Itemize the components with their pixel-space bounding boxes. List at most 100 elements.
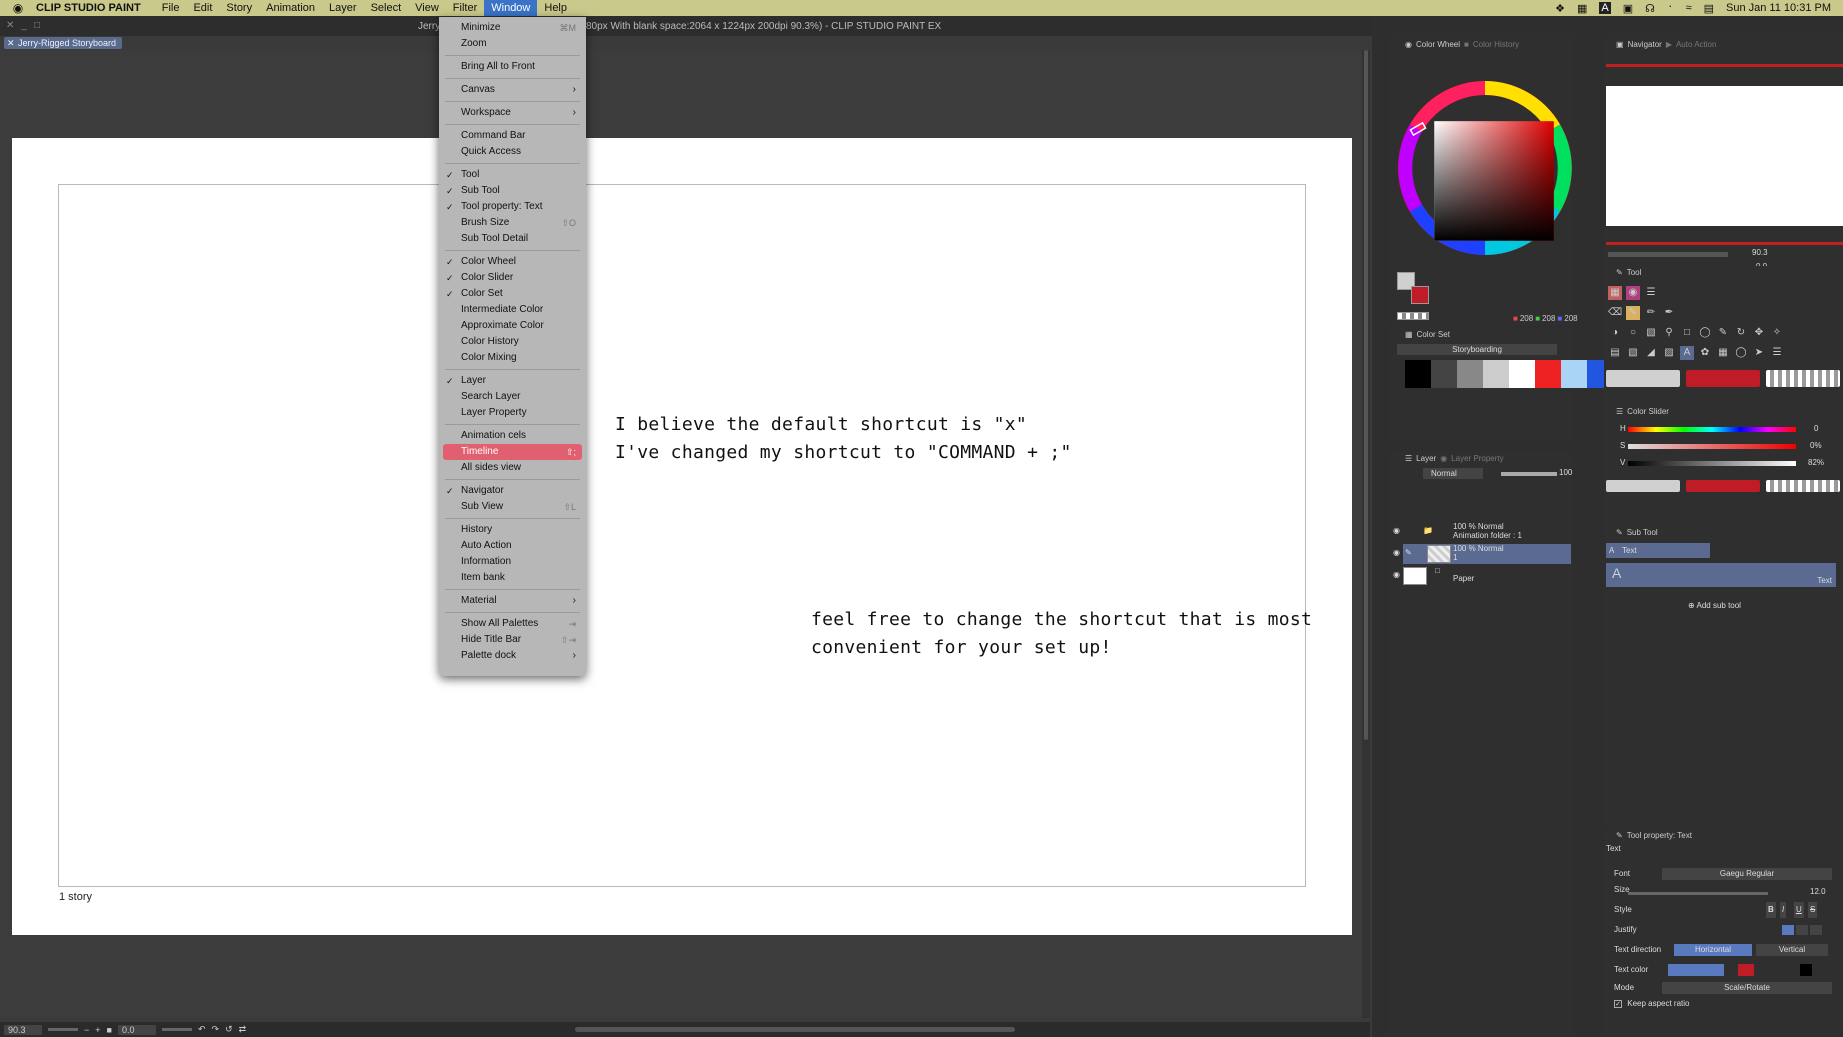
saturation-value[interactable]: 0% <box>1810 441 1822 450</box>
color-set-dropdown[interactable]: Storyboarding <box>1397 344 1557 355</box>
figure-icon[interactable]: ◢ <box>1644 346 1658 360</box>
color-set-swatch[interactable] <box>1405 360 1431 388</box>
pencil-icon[interactable]: ✏ <box>1644 306 1658 320</box>
rotate-tool-icon[interactable]: ↻ <box>1734 326 1748 340</box>
reset-rotation-icon[interactable]: ↺ <box>225 1024 233 1035</box>
sub-tool-item-text[interactable]: A Text <box>1606 563 1836 587</box>
bold-button[interactable]: B <box>1766 902 1776 918</box>
app-name-menu[interactable]: CLIP STUDIO PAINT <box>36 2 141 14</box>
align-center-icon[interactable] <box>1796 925 1808 935</box>
color-set-swatch[interactable] <box>1535 360 1561 388</box>
eye-icon[interactable]: ◉ <box>1393 548 1400 557</box>
window-menu-item-zoom[interactable]: Zoom <box>443 36 582 52</box>
ruler-icon[interactable]: ▧ <box>1626 346 1640 360</box>
decoration-icon[interactable]: ✿ <box>1698 346 1712 360</box>
auto-action-tab[interactable]: Auto Action <box>1676 38 1716 52</box>
window-menu-item-color-history[interactable]: Color History <box>443 334 582 350</box>
color-set-swatch[interactable] <box>1431 360 1457 388</box>
color-set-tab[interactable]: Color Set <box>1417 328 1450 342</box>
window-menu-item-color-slider[interactable]: ✓ Color Slider <box>443 270 582 286</box>
window-menu-item-layer-property[interactable]: Layer Property <box>443 405 582 421</box>
slider-sub-color[interactable] <box>1686 480 1760 492</box>
balloon-icon[interactable]: ◯ <box>1734 346 1748 360</box>
clock-text[interactable]: Sun Jan 11 10:31 PM <box>1726 2 1831 14</box>
window-menu-item-command-bar[interactable]: Command Bar <box>443 128 582 144</box>
tool-property-tab[interactable]: Tool property: Text <box>1627 829 1692 843</box>
menu-animation[interactable]: Animation <box>259 0 322 16</box>
color-wheel-tab[interactable]: Color Wheel <box>1416 38 1460 52</box>
window-menu-item-bring-all-to-front[interactable]: Bring All to Front <box>443 59 582 75</box>
nav-zoom-slider[interactable] <box>1608 252 1728 257</box>
add-sub-tool-button[interactable]: ⊕ Add sub tool <box>1688 601 1741 610</box>
headphones-icon[interactable]: ☊ <box>1645 2 1655 15</box>
color-set-swatch[interactable] <box>1561 360 1587 388</box>
window-menu-item-quick-access[interactable]: Quick Access <box>443 144 582 160</box>
opacity-value[interactable]: 100 <box>1559 468 1572 477</box>
control-center-icon[interactable]: ▤ <box>1704 2 1714 15</box>
canvas-horizontal-scrollbar[interactable] <box>575 1027 1015 1032</box>
menu-select[interactable]: Select <box>364 0 409 16</box>
size-slider[interactable] <box>1628 892 1768 895</box>
move-icon[interactable]: ✥ <box>1752 326 1766 340</box>
zoom-slider[interactable] <box>48 1028 78 1031</box>
color-set-swatch[interactable] <box>1483 360 1509 388</box>
sub-tool-group-tab[interactable]: A Text <box>1606 543 1710 558</box>
window-menu-item-information[interactable]: Information <box>443 554 582 570</box>
menu-window[interactable]: Window <box>484 0 538 16</box>
document-tab[interactable]: ✕ Jerry-Rigged Storyboard <box>4 37 123 49</box>
horizontal-direction-button[interactable]: Horizontal <box>1674 944 1752 956</box>
eraser-icon[interactable]: ⌫ <box>1608 306 1622 320</box>
select-tool-icon[interactable]: □ <box>1680 326 1694 340</box>
zoom-in-icon[interactable]: + <box>95 1025 100 1035</box>
vertical-direction-button[interactable]: Vertical <box>1756 944 1828 956</box>
window-menu-item-color-mixing[interactable]: Color Mixing <box>443 350 582 366</box>
window-menu-item-timeline[interactable]: Timeline ⇧; <box>443 444 582 460</box>
zoom-tool-icon[interactable]: ⚲ <box>1662 326 1676 340</box>
menu-layer[interactable]: Layer <box>322 0 364 16</box>
menu-view[interactable]: View <box>408 0 446 16</box>
window-menu-item-sub-tool[interactable]: ✓ Sub Tool <box>443 183 582 199</box>
flip-icon[interactable]: ⇄ <box>239 1024 247 1035</box>
slider-main-color[interactable] <box>1606 480 1680 492</box>
tool-view-icon[interactable]: ▦ <box>1608 286 1622 300</box>
brush-icon[interactable]: ✒ <box>1662 306 1676 320</box>
color-set-swatch[interactable] <box>1457 360 1483 388</box>
opacity-slider[interactable] <box>1501 472 1557 476</box>
color-slider-tab[interactable]: Color Slider <box>1627 405 1669 419</box>
size-value[interactable]: 12.0 <box>1810 884 1826 900</box>
lasso-icon[interactable]: ◯ <box>1698 326 1712 340</box>
maximize-icon[interactable]: □ <box>34 20 40 31</box>
pointer-icon[interactable]: ➤ <box>1752 346 1766 360</box>
window-menu-item-item-bank[interactable]: Item bank <box>443 570 582 586</box>
apple-icon[interactable]: ◉ <box>0 1 36 15</box>
strikethrough-button[interactable]: S <box>1808 902 1818 918</box>
fit-icon[interactable]: ■ <box>107 1025 112 1035</box>
text-black-color[interactable] <box>1800 964 1812 976</box>
align-left-icon[interactable] <box>1782 925 1794 935</box>
window-menu-item-minimize[interactable]: Minimize ⌘M <box>443 20 582 36</box>
value-value[interactable]: 82% <box>1808 458 1824 467</box>
bluetooth-icon[interactable]: ᛫ <box>1667 2 1674 14</box>
pen-icon[interactable]: ✎ <box>1626 306 1640 320</box>
window-menu-item-animation-cels[interactable]: Animation cels <box>443 428 582 444</box>
operation-icon[interactable]: ▨ <box>1662 346 1676 360</box>
window-menu-item-brush-size[interactable]: Brush Size ⇧O <box>443 215 582 231</box>
window-menu-item-sub-tool-detail[interactable]: Sub Tool Detail <box>443 231 582 247</box>
window-menu-item-all-sides-view[interactable]: All sides view <box>443 460 582 476</box>
tool-main-color[interactable] <box>1606 370 1680 387</box>
menu-filter[interactable]: Filter <box>446 0 484 16</box>
scroll-thumb[interactable] <box>1364 50 1368 740</box>
window-menu-item-intermediate-color[interactable]: Intermediate Color <box>443 302 582 318</box>
color-history-tab[interactable]: Color History <box>1473 38 1519 52</box>
italic-button[interactable]: I <box>1780 902 1787 918</box>
font-select[interactable]: Gaegu Regular <box>1662 868 1832 880</box>
layer-property-tab[interactable]: Layer Property <box>1451 452 1503 466</box>
window-menu-item-history[interactable]: History <box>443 522 582 538</box>
menu-help[interactable]: Help <box>537 0 574 16</box>
input-source-icon[interactable]: A <box>1599 2 1611 14</box>
window-menu-item-search-layer[interactable]: Search Layer <box>443 389 582 405</box>
window-menu-item-material[interactable]: Material › <box>443 593 582 609</box>
window-menu-item-auto-action[interactable]: Auto Action <box>443 538 582 554</box>
hue-slider[interactable] <box>1628 427 1796 432</box>
wifi-icon[interactable]: ≈ <box>1686 2 1692 14</box>
